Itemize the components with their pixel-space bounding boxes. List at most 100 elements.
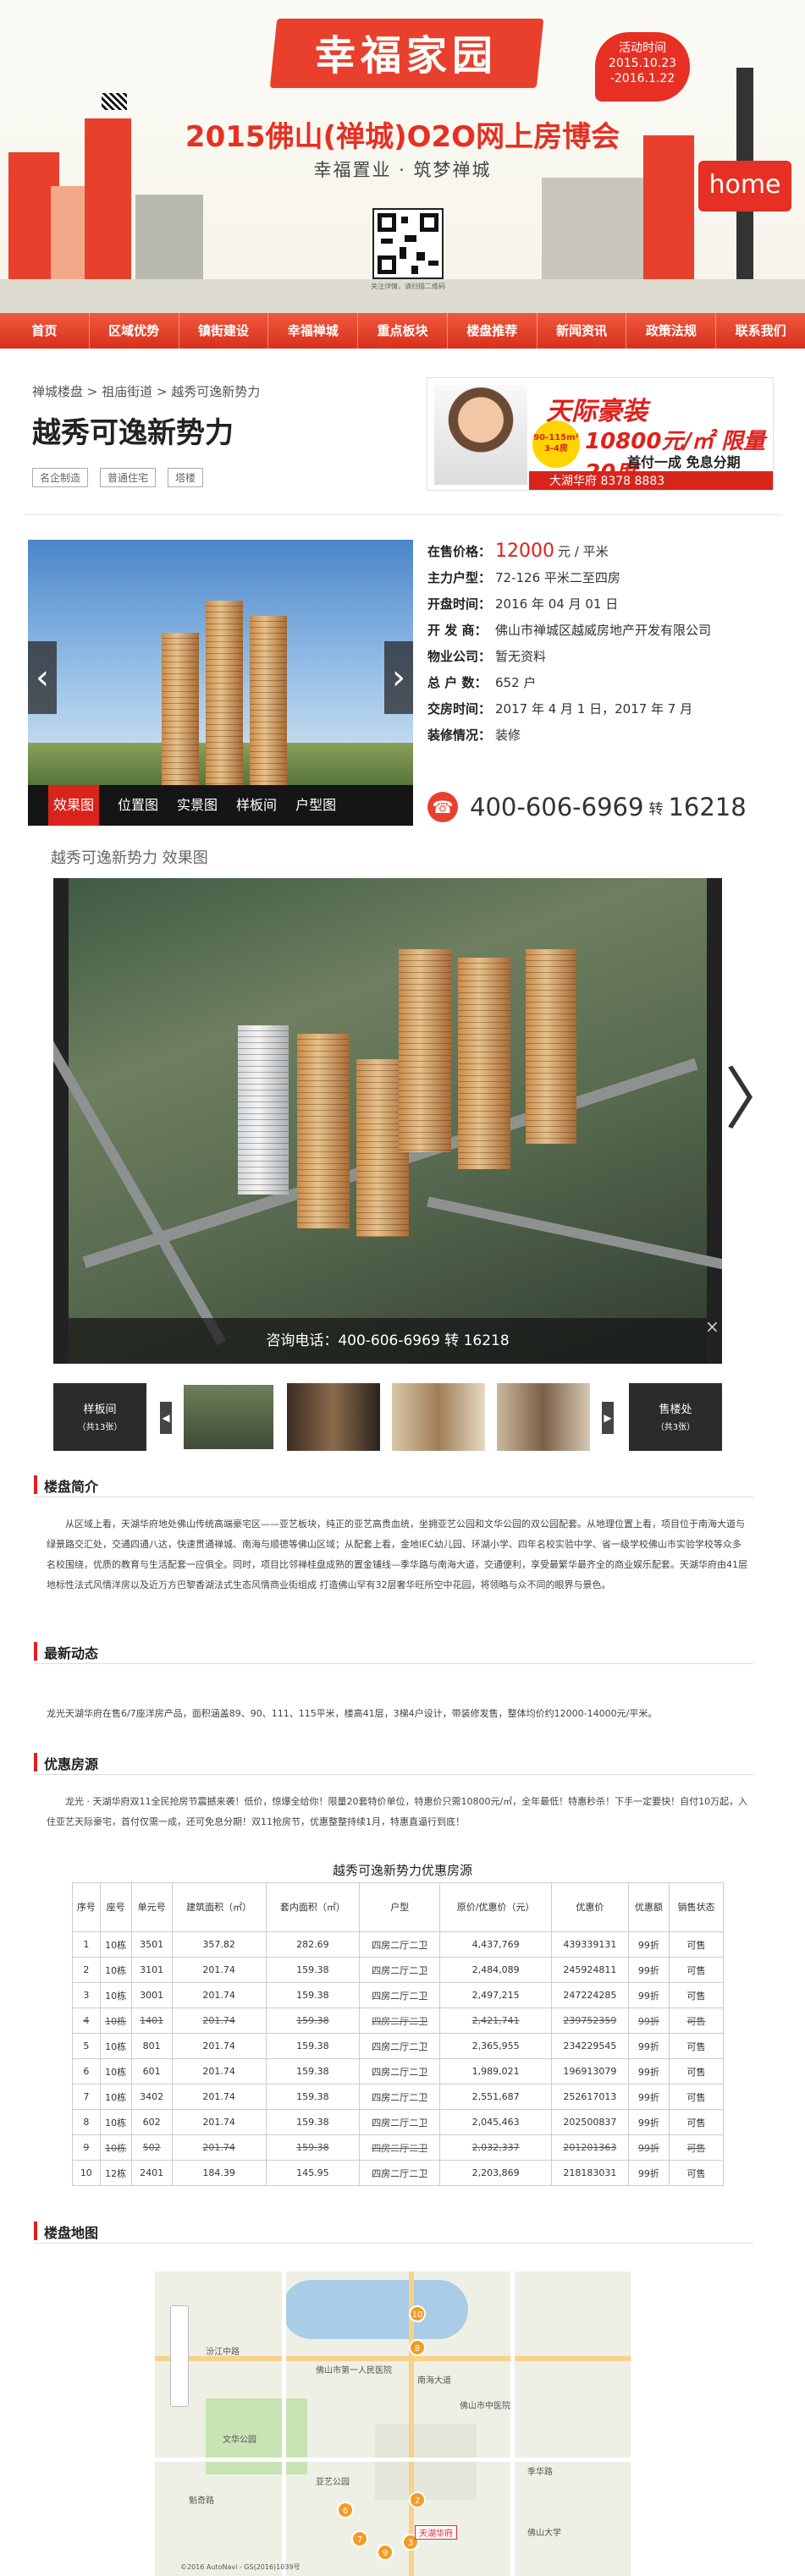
table-cell: 801 (130, 2033, 173, 2059)
section-header-intro: 楼盘简介 (34, 1472, 753, 1497)
info-value: 装修 (495, 728, 521, 743)
table-cell: 252617013 (550, 2084, 629, 2110)
table-header-cell: 座号 (99, 1882, 132, 1932)
map-label: 文华公园 (223, 2436, 256, 2445)
decor-building-left-2 (51, 186, 85, 279)
section-title: 楼盘地图 (44, 2225, 99, 2241)
table-header-cell: 原价/优惠价（元） (439, 1882, 552, 1932)
table-cell: 201.74 (171, 1957, 267, 1983)
table-row: 3 10栋 3001 201.74 159.38 四房二厅二卫 2,497,215 24722… (72, 1982, 724, 2008)
tab-model-room[interactable]: 样板间 (236, 785, 277, 826)
tab-floor-plan[interactable]: 户型图 (295, 785, 336, 826)
table-cell: 2401 (130, 2160, 173, 2186)
table-header-cell: 户型 (359, 1882, 441, 1932)
table-cell: 4,437,769 (439, 1931, 552, 1958)
map-label: 南海大道 (417, 2376, 451, 2386)
gallery-next-button[interactable]: › (384, 641, 413, 714)
table-cell: 99折 (627, 2084, 670, 2110)
gallery-tabs: 效果图 位置图 实景图 样板间 户型图 (28, 785, 413, 826)
nav-news[interactable]: 新闻资讯 (538, 313, 627, 349)
ad-contact-strip: 大湖华府 8378 8883 (529, 471, 773, 490)
thumbnail[interactable] (497, 1383, 590, 1451)
breadcrumb[interactable]: 禅城楼盘 > 祖庙街道 > 越秀可逸新势力 (32, 382, 260, 400)
viewer-title: 越秀可逸新势力 效果图 (51, 849, 208, 867)
map-zoom-control[interactable] (170, 2305, 189, 2407)
gallery-prev-button[interactable]: ‹ (28, 641, 57, 714)
table-cell: 145.95 (265, 2160, 361, 2186)
tab-renderings[interactable]: 效果图 (48, 785, 100, 826)
table-cell: 159.38 (265, 2058, 361, 2084)
table-row: 9 10栋 502 201.74 159.38 四房二厅二卫 2,032,337 201201… (72, 2134, 724, 2161)
thumb-prev-button[interactable]: ◀ (160, 1402, 172, 1434)
nav-town-construction[interactable]: 镇街建设 (179, 313, 269, 349)
table-cell: 3402 (130, 2084, 173, 2110)
table-cell: 502 (130, 2134, 173, 2161)
map-pin[interactable]: 6 (337, 2502, 354, 2518)
map-pin[interactable]: 8 (409, 2339, 426, 2356)
table-cell: 184.39 (171, 2160, 267, 2186)
nav-home[interactable]: 首页 (0, 313, 90, 349)
table-cell: 10栋 (99, 1982, 132, 2008)
close-icon[interactable]: × (705, 1316, 720, 1337)
phone-icon: ☎ (427, 792, 458, 822)
info-value: 2016 年 04 月 01 日 (495, 596, 619, 612)
thumbnail[interactable] (287, 1383, 380, 1451)
map-pin[interactable]: 9 (377, 2544, 394, 2561)
tower-image (250, 616, 287, 785)
table-cell: 159.38 (265, 2109, 361, 2135)
map-pin[interactable]: 10 (409, 2305, 426, 2322)
map-water (282, 2280, 468, 2339)
viewer-next-arrow[interactable]: 〉 (725, 1066, 792, 1134)
table-cell: 6 (72, 2058, 101, 2084)
table-header-cell: 建筑面积（㎡） (171, 1882, 267, 1932)
thumb-next-button[interactable]: ▶ (602, 1402, 614, 1434)
table-cell: 99折 (627, 1931, 670, 1958)
table-cell: 可售 (669, 2008, 724, 2034)
thumbnail[interactable] (182, 1383, 275, 1451)
table-cell: 201.74 (171, 1982, 267, 2008)
table-cell: 5 (72, 2033, 101, 2059)
tab-real-photos[interactable]: 实景图 (177, 785, 218, 826)
nav-recommended[interactable]: 楼盘推荐 (448, 313, 538, 349)
table-cell: 439339131 (550, 1931, 629, 1958)
map-label: 汾江中路 (206, 2348, 240, 2357)
tab-location[interactable]: 位置图 (118, 785, 158, 826)
thumb-model-room[interactable]: 样板间 （共13张） (53, 1383, 146, 1451)
info-row: 物业公司： 暂无资料 (427, 643, 783, 669)
map-pin[interactable]: 2 (409, 2491, 426, 2508)
table-cell: 196913079 (550, 2058, 629, 2084)
table-cell: 2,421,741 (439, 2008, 552, 2034)
table-cell: 99折 (627, 2008, 670, 2034)
hotline[interactable]: ☎ 400-606-6969 转 16218 (427, 792, 747, 822)
thumb-sales-office[interactable]: 售楼处 （共3张） (629, 1383, 722, 1451)
thumbnail[interactable] (392, 1383, 485, 1451)
table-row: 2 10栋 3101 201.74 159.38 四房二厅二卫 2,484,089 24592… (72, 1957, 724, 1983)
section-bar (34, 1753, 37, 1771)
nav-policy[interactable]: 政策法规 (626, 313, 717, 349)
nav-key-sectors[interactable]: 重点板块 (358, 313, 448, 349)
table-cell: 可售 (669, 2084, 724, 2110)
nav-happy-chancheng[interactable]: 幸福禅城 (268, 313, 359, 349)
map-pin[interactable]: 7 (351, 2530, 368, 2547)
table-cell: 234229545 (550, 2033, 629, 2059)
info-value: 佛山市禅城区越威房地产开发有限公司 (495, 623, 712, 638)
location-map[interactable]: 10 2 3 6 7 8 9 佛山市第一人民医院 佛山市中医院 南海大道 汾江中… (155, 2271, 631, 2576)
nav-contact[interactable]: 联系我们 (716, 313, 805, 349)
info-value: 652 户 (495, 675, 537, 690)
map-label: 魁奇路 (189, 2496, 214, 2506)
nav-region-advantage[interactable]: 区域优势 (90, 313, 179, 349)
ad-banner[interactable]: 天际豪装 90-115m² 3-4房 10800元/㎡ 限量20席 首付一成 免… (427, 377, 774, 491)
tower-image (206, 601, 243, 785)
table-cell: 10栋 (99, 2134, 132, 2161)
table-cell: 218183031 (550, 2160, 629, 2186)
table-cell: 8 (72, 2109, 101, 2135)
table-cell: 245924811 (550, 1957, 629, 1983)
checkered-flag-icon (102, 93, 127, 110)
map-label: 佛山市中医院 (460, 2402, 510, 2411)
map-copyright: ©2016 AutoNavi - GS(2016)1039号 (180, 2563, 300, 2571)
project-tags: 名企制造 普通住宅 塔楼 (32, 468, 204, 487)
decor-building-gray (135, 195, 203, 279)
table-row: 10 12栋 2401 184.39 145.95 四房二厅二卫 2,203,869 2181… (72, 2160, 724, 2186)
map-label: 亚艺公园 (316, 2478, 350, 2487)
table-cell: 2,484,089 (439, 1957, 552, 1983)
